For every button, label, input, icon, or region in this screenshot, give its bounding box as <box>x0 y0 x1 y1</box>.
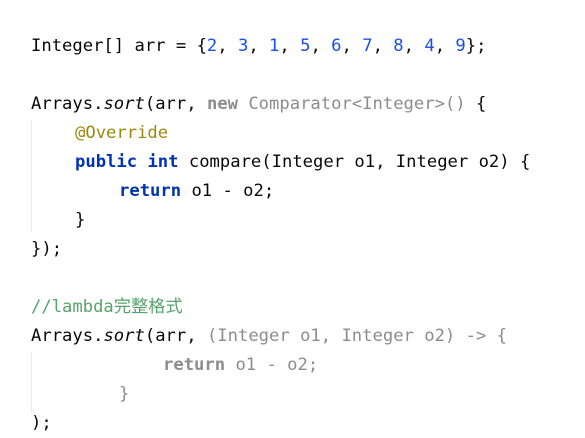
separator: , <box>341 36 363 56</box>
method-name: sort <box>103 94 145 114</box>
lambda-params: (Integer o1, Integer o2) -> { <box>206 326 508 346</box>
number-literal: 3 <box>237 36 249 56</box>
line-comment: //lambda <box>31 297 114 317</box>
indent-guide <box>31 120 32 232</box>
number-literal: 8 <box>393 36 404 56</box>
code-editor[interactable]: Integer[] arr = {2, 3, 1, 5, 6, 7, 8, 4,… <box>0 0 585 435</box>
number-literal: 5 <box>300 36 311 56</box>
number-literal: 4 <box>424 36 435 56</box>
code-line-lambda-close[interactable]: } <box>119 380 129 409</box>
code-line-override[interactable]: @Override <box>75 119 168 148</box>
public-keyword: public <box>75 152 138 172</box>
code-line-close-call[interactable]: }); <box>31 235 62 264</box>
override-annotation: @Override <box>75 123 169 143</box>
separator: , <box>403 36 425 56</box>
separator: , <box>217 36 238 56</box>
array-end: }; <box>465 36 487 56</box>
number-literal: 2 <box>206 36 218 56</box>
return-keyword: return <box>119 181 182 201</box>
call-args: (arr, <box>144 326 207 346</box>
method-signature: compare(Integer o1, Integer o2) { <box>178 152 531 172</box>
separator: , <box>310 36 332 56</box>
close-brace: } <box>75 210 86 230</box>
separator: , <box>248 36 270 56</box>
class-ref: Arrays. <box>31 94 104 114</box>
code-line-close-call[interactable]: ); <box>31 409 52 438</box>
close-brace: } <box>119 384 130 404</box>
int-keyword: int <box>147 152 179 172</box>
class-ref: Arrays. <box>31 326 104 346</box>
indent-guide <box>31 352 32 414</box>
number-literal: 9 <box>455 36 466 56</box>
number-literal: 7 <box>362 36 373 56</box>
new-keyword: new <box>206 94 238 114</box>
separator: , <box>372 36 394 56</box>
separator: , <box>434 36 456 56</box>
return-expression: o1 - o2; <box>225 355 319 375</box>
code-line-lambda-sort-call[interactable]: Arrays.sort(arr, (Integer o1, Integer o2… <box>31 322 507 351</box>
code-line-lambda-return[interactable]: return o1 - o2; <box>163 351 318 380</box>
code-line-close-method[interactable]: } <box>75 206 85 235</box>
close-call: }); <box>31 239 63 259</box>
code-line-array-declaration[interactable]: Integer[] arr = {2, 3, 1, 5, 6, 7, 8, 4,… <box>31 32 486 61</box>
array-type-decl: Integer[] arr = { <box>31 36 207 56</box>
number-literal: 6 <box>331 36 342 56</box>
code-line-return[interactable]: return o1 - o2; <box>119 177 274 206</box>
separator: , <box>279 36 301 56</box>
anonymous-class: Comparator<Integer>() <box>237 94 466 114</box>
code-line-compare-signature[interactable]: public int compare(Integer o1, Integer o… <box>75 148 530 177</box>
return-expression: o1 - o2; <box>181 181 275 201</box>
line-comment-cjk: 完整格式 <box>113 297 183 317</box>
call-args: (arr, <box>144 94 207 114</box>
method-name: sort <box>103 326 145 346</box>
close-call: ); <box>31 413 52 433</box>
number-literal: 1 <box>269 36 280 56</box>
return-keyword: return <box>163 355 226 375</box>
code-line-sort-call[interactable]: Arrays.sort(arr, new Comparator<Integer>… <box>31 90 486 119</box>
code-line-comment[interactable]: //lambda完整格式 <box>31 293 183 322</box>
open-brace: { <box>465 94 487 114</box>
